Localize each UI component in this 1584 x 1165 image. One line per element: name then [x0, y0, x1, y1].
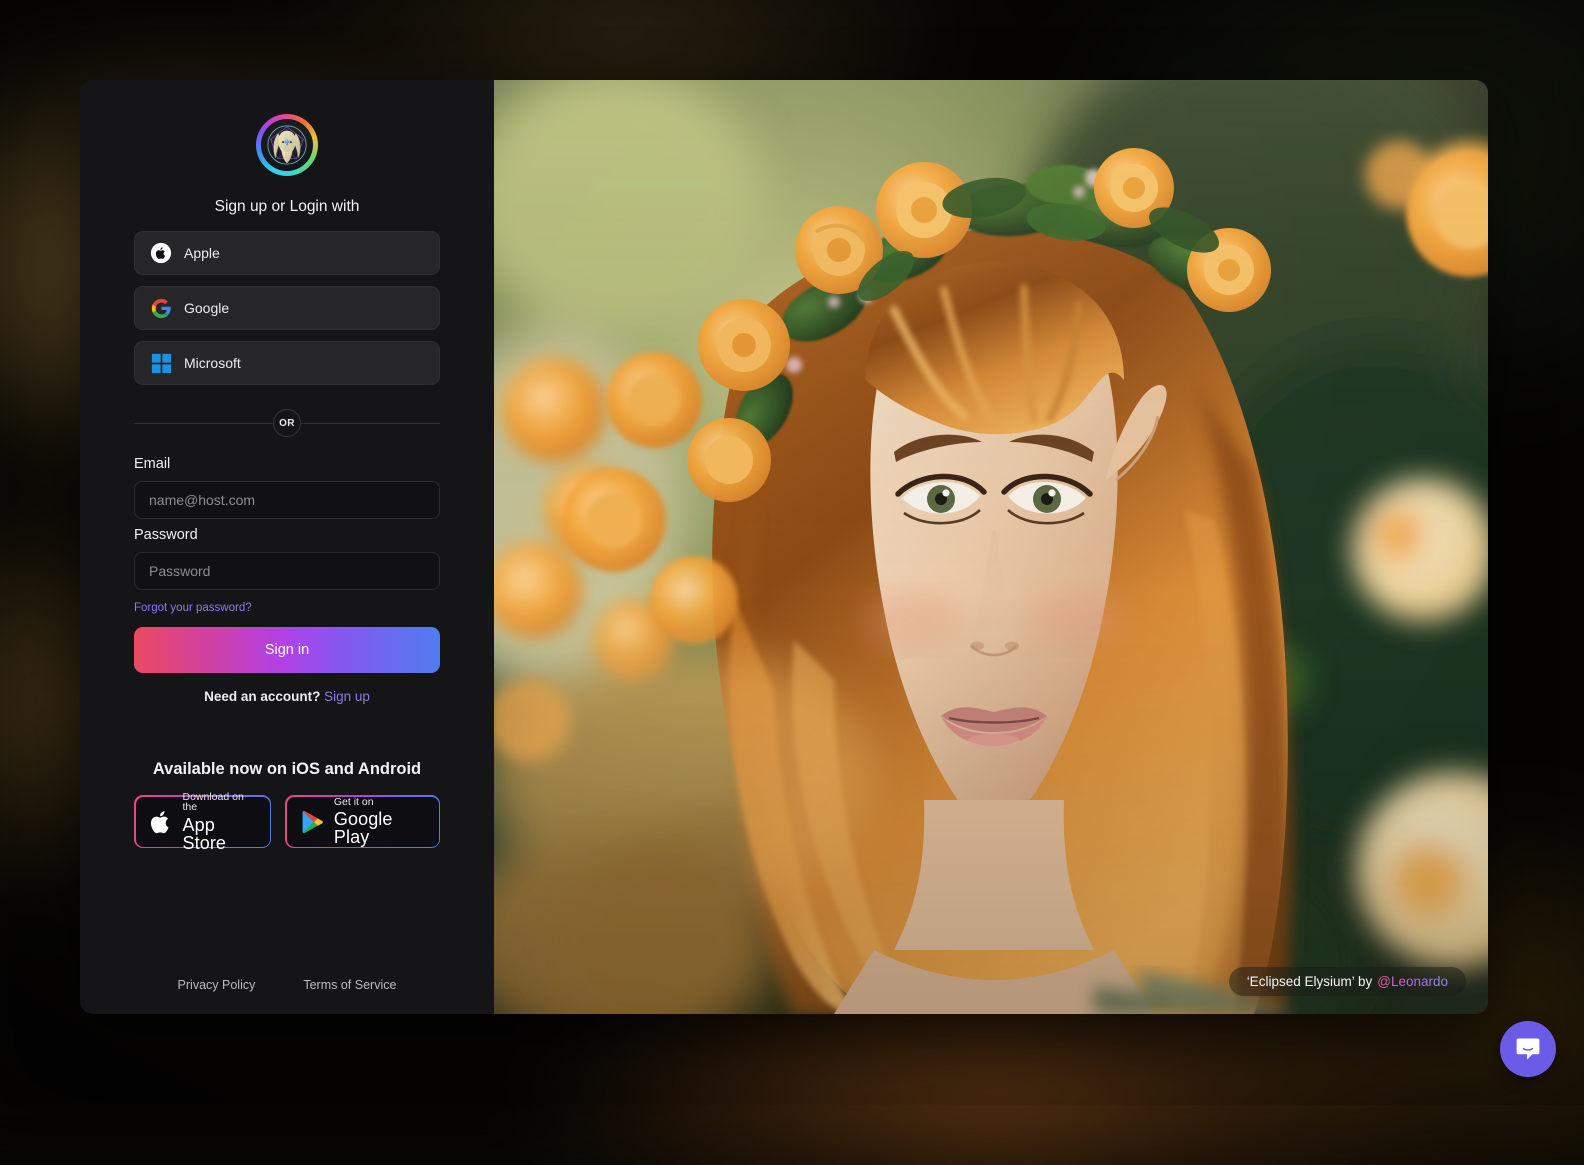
image-attribution-title: ‘Eclipsed Elysium’ by [1247, 974, 1373, 989]
google-play-badge-big: Google Play [334, 810, 425, 846]
auth-card: Sign up or Login with Apple [80, 80, 1488, 1014]
password-label: Password [134, 527, 440, 543]
google-play-badge[interactable]: Get it on Google Play [285, 795, 440, 848]
apple-icon [150, 242, 172, 264]
social-login-apple-label: Apple [184, 245, 220, 261]
store-badges-row: Download on the App Store [134, 795, 440, 848]
brand-logo-wrap [134, 114, 440, 176]
app-store-badge[interactable]: Download on the App Store [134, 795, 271, 848]
social-login-google[interactable]: Google [134, 286, 440, 330]
need-account-row: Need an account? Sign up [134, 689, 440, 704]
forgot-password-link[interactable]: Forgot your password? [134, 602, 440, 614]
store-availability-title: Available now on iOS and Android [134, 760, 440, 779]
image-attribution-author[interactable]: @Leonardo [1377, 974, 1448, 989]
microsoft-icon [150, 352, 172, 374]
terms-of-service-link[interactable]: Terms of Service [303, 978, 396, 992]
login-panel: Sign up or Login with Apple [80, 80, 494, 1014]
social-login-apple[interactable]: Apple [134, 231, 440, 275]
or-divider: OR [134, 408, 440, 438]
sign-up-link[interactable]: Sign up [324, 689, 370, 704]
apple-icon [148, 808, 174, 836]
sign-in-button[interactable]: Sign in [134, 627, 440, 673]
need-account-text: Need an account? [204, 689, 320, 704]
hero-image [494, 80, 1488, 1014]
leonardo-logo-icon [256, 114, 318, 176]
google-icon [150, 297, 172, 319]
chat-launcher-button[interactable] [1500, 1021, 1556, 1077]
footer-links: Privacy Policy Terms of Service [80, 978, 494, 992]
app-store-badge-small: Download on the [183, 792, 256, 813]
logo-face [256, 114, 318, 176]
email-label: Email [134, 456, 440, 472]
social-login-google-label: Google [184, 300, 229, 316]
social-login-microsoft[interactable]: Microsoft [134, 341, 440, 385]
app-store-badge-big: App Store [183, 816, 256, 852]
password-input[interactable] [134, 552, 440, 590]
or-divider-label: OR [273, 409, 301, 437]
google-play-badge-small: Get it on [334, 797, 425, 808]
social-login-microsoft-label: Microsoft [184, 355, 241, 371]
chat-bubble-icon [1514, 1035, 1542, 1063]
google-play-icon [299, 808, 325, 836]
hero-image-panel: ‘Eclipsed Elysium’ by @Leonardo [494, 80, 1488, 1014]
email-input[interactable] [134, 481, 440, 519]
panel-headline: Sign up or Login with [134, 198, 440, 216]
image-attribution: ‘Eclipsed Elysium’ by @Leonardo [1229, 967, 1466, 996]
privacy-policy-link[interactable]: Privacy Policy [178, 978, 256, 992]
